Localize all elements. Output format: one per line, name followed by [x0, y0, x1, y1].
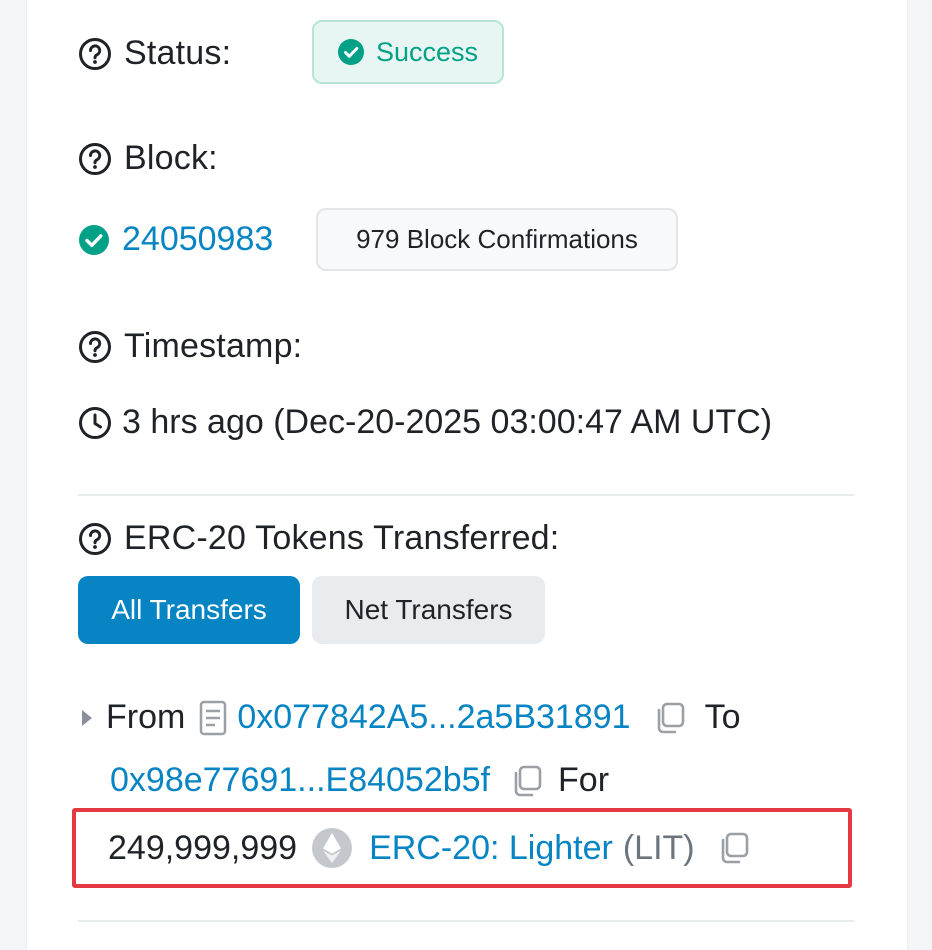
transfer-from-row: From 0x077842A5...2a5B31891 To: [80, 698, 741, 737]
copy-icon[interactable]: [510, 764, 544, 798]
tab-all-transfers[interactable]: All Transfers: [78, 576, 300, 644]
status-badge: Success: [312, 20, 504, 84]
contract-document-icon: [200, 700, 227, 735]
caret-right-icon[interactable]: [80, 708, 94, 728]
block-confirmations-badge: 979 Block Confirmations: [316, 208, 678, 271]
check-circle-icon: [337, 39, 364, 65]
to-address-link[interactable]: 0x98e77691...E84052b5f: [110, 761, 490, 800]
timestamp-row: Timestamp:: [78, 327, 302, 366]
to-label: To: [704, 698, 741, 736]
block-number-row: 24050983: [78, 220, 273, 259]
help-icon[interactable]: [78, 37, 112, 71]
timestamp-label: Timestamp:: [124, 327, 303, 365]
timestamp-value-row: 3 hrs ago (Dec-20-2025 03:00:47 AM UTC): [78, 403, 772, 442]
divider: [78, 920, 854, 922]
status-label: Status:: [124, 34, 232, 72]
clock-icon: [79, 406, 111, 439]
check-circle-icon: [79, 224, 109, 255]
divider: [78, 494, 854, 496]
from-label: From: [106, 698, 186, 736]
tokens-transferred-label: ERC-20 Tokens Transferred:: [124, 519, 560, 557]
block-label: Block:: [124, 139, 218, 177]
status-value: Success: [375, 36, 479, 67]
block-row: Block:: [78, 139, 218, 178]
transfer-to-row: 0x98e77691...E84052b5f For: [110, 761, 609, 800]
help-icon[interactable]: [78, 142, 112, 176]
tab-net-transfers[interactable]: Net Transfers: [312, 576, 545, 644]
status-row: Status:: [78, 34, 231, 73]
for-label: For: [558, 761, 610, 799]
help-icon[interactable]: [78, 522, 112, 556]
copy-icon[interactable]: [653, 701, 687, 735]
block-number-link[interactable]: 24050983: [122, 220, 273, 259]
highlight-box: [72, 808, 852, 888]
help-icon[interactable]: [78, 330, 112, 364]
tokens-transferred-row: ERC-20 Tokens Transferred:: [78, 519, 559, 558]
timestamp-value: 3 hrs ago (Dec-20-2025 03:00:47 AM UTC): [122, 403, 773, 441]
from-address-link[interactable]: 0x077842A5...2a5B31891: [237, 698, 630, 737]
